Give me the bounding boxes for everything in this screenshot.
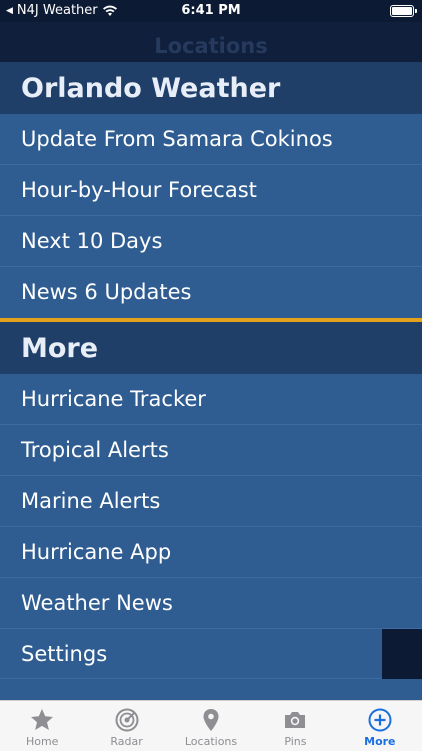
menu-item-hour-by-hour-forecast[interactable]: Hour-by-Hour Forecast [0, 165, 422, 216]
menu-item-news-6-updates[interactable]: News 6 Updates [0, 267, 422, 318]
tab-locations[interactable]: Locations [169, 701, 253, 751]
tab-label-radar: Radar [110, 735, 143, 748]
section-header-orlando-weather: Orlando Weather [0, 62, 422, 114]
tab-radar[interactable]: Radar [84, 701, 168, 751]
tab-more[interactable]: More [338, 701, 422, 751]
menu-item-weather-news[interactable]: Weather News [0, 578, 422, 629]
radar-icon [115, 708, 139, 732]
menu-item-tropical-alerts[interactable]: Tropical Alerts [0, 425, 422, 476]
menu-item-marine-alerts[interactable]: Marine Alerts [0, 476, 422, 527]
tab-label-locations: Locations [184, 735, 238, 748]
menu-item-settings[interactable]: Settings [0, 629, 382, 679]
section-header-more: More [0, 322, 422, 374]
menu-item-next-10-days[interactable]: Next 10 Days [0, 216, 422, 267]
nav-bar: Locations [0, 22, 422, 62]
menu-item-hurricane-app[interactable]: Hurricane App [0, 527, 422, 578]
tab-bar: Home Radar Locations Pins More [0, 700, 422, 751]
tab-label-more: More [364, 735, 396, 748]
menu-bottom-fill [0, 679, 422, 700]
nav-title: Locations [154, 34, 268, 58]
menu-list: Orlando Weather Update From Samara Cokin… [0, 62, 422, 700]
menu-item-update-from-samara-cokinos[interactable]: Update From Samara Cokinos [0, 114, 422, 165]
star-icon [31, 709, 54, 730]
battery-icon [390, 5, 417, 17]
plus-circle-icon [368, 708, 392, 732]
menu-item-hurricane-tracker[interactable]: Hurricane Tracker [0, 374, 422, 425]
tab-label-pins: Pins [284, 735, 307, 748]
tab-pins[interactable]: Pins [253, 701, 337, 751]
location-pin-icon [203, 709, 219, 731]
tab-label-home: Home [25, 735, 59, 748]
status-bar: ◀ N4J Weather 6:41 PM [0, 0, 422, 22]
tab-home[interactable]: Home [0, 701, 84, 751]
camera-icon [285, 712, 306, 728]
status-time: 6:41 PM [181, 3, 241, 18]
